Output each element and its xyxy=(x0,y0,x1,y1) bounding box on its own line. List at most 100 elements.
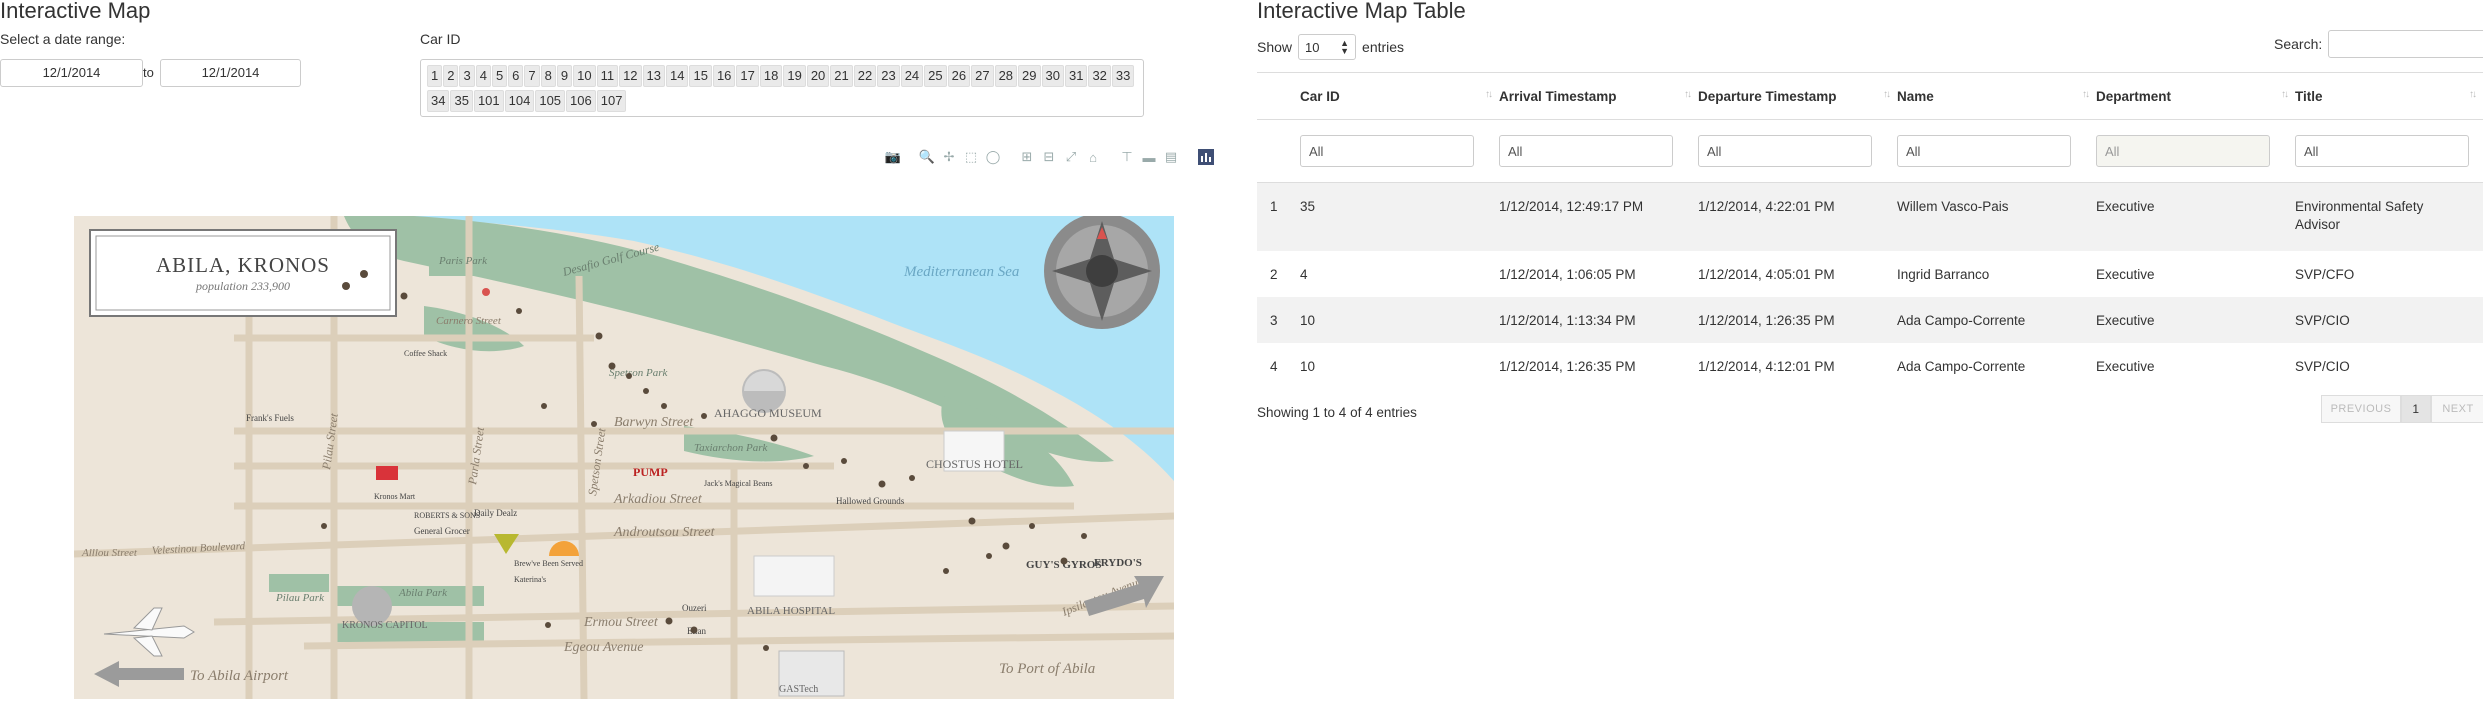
filter-arrival[interactable]: All xyxy=(1499,135,1673,167)
page-length-control: Show 10 ▲ ▼ entries xyxy=(1257,34,1404,60)
car-id-chip[interactable]: 25 xyxy=(924,65,947,87)
car-id-chip[interactable]: 30 xyxy=(1041,65,1064,87)
car-id-chip[interactable]: 23 xyxy=(877,65,900,87)
car-id-chip[interactable]: 26 xyxy=(947,65,971,87)
abila-hospital-label: ABILA HOSPITAL xyxy=(747,605,835,617)
car-id-chip[interactable]: 19 xyxy=(783,65,806,87)
ahaggo-museum-label: AHAGGO MUSEUM xyxy=(714,406,822,420)
column-header-car-id[interactable]: Car ID ↑↓ xyxy=(1300,72,1499,120)
car-id-chip[interactable]: 12 xyxy=(619,65,642,87)
car-id-chip[interactable]: 10 xyxy=(573,65,596,87)
date-end-input[interactable]: 12/1/2014 xyxy=(160,59,301,87)
car-id-chip[interactable]: 6 xyxy=(508,65,524,87)
plot-modebar: 📷 🔍 ✢ ⬚ ◯ ⊞ ⊟ ⤢ ⌂ ⊤ ▬ ▤ xyxy=(884,148,1216,166)
previous-button[interactable]: PREVIOUS xyxy=(2321,395,2401,423)
car-id-chip[interactable]: 107 xyxy=(596,90,627,112)
car-id-chip[interactable]: 28 xyxy=(994,65,1018,87)
car-id-chip[interactable]: 34 xyxy=(427,90,450,112)
franks-fuels-label: Frank's Fuels xyxy=(246,413,294,423)
show-label: Show xyxy=(1257,39,1293,55)
column-header-title[interactable]: Title ↑↓ xyxy=(2295,72,2483,120)
car-id-chip[interactable]: 31 xyxy=(1064,65,1088,87)
daily-dealz-label: Daily Dealz xyxy=(474,508,517,518)
column-header-department[interactable]: Department ↑↓ xyxy=(2096,72,2295,120)
map-population: population 233,900 xyxy=(195,279,290,293)
car-id-chip[interactable]: 35 xyxy=(450,90,473,112)
car-id-chip[interactable]: 21 xyxy=(830,65,853,87)
car-id-chip[interactable]: 24 xyxy=(900,65,924,87)
car-id-chip[interactable]: 16 xyxy=(712,65,736,87)
camera-icon[interactable]: 📷 xyxy=(884,148,902,166)
filter-department[interactable]: All xyxy=(2096,135,2270,167)
car-id-chip[interactable]: 14 xyxy=(666,65,689,87)
car-id-chip[interactable]: 22 xyxy=(853,65,877,87)
filter-departure[interactable]: All xyxy=(1698,135,1872,167)
column-header-departure[interactable]: Departure Timestamp ↑↓ xyxy=(1698,72,1897,120)
car-id-chip[interactable]: 1 xyxy=(427,65,443,87)
table-row[interactable]: 2 4 1/12/2014, 1:06:05 PM 1/12/2014, 4:0… xyxy=(1257,251,2483,297)
search-input[interactable] xyxy=(2328,30,2483,58)
chostus-hotel-label: CHOSTUS HOTEL xyxy=(926,457,1023,471)
brew-ve-label: Brew've Been Served xyxy=(514,559,583,568)
spike-lines-icon[interactable]: ⊤ xyxy=(1118,148,1136,166)
car-id-chip[interactable]: 11 xyxy=(596,65,619,87)
car-id-chip[interactable]: 32 xyxy=(1088,65,1111,87)
car-id-chip[interactable]: 17 xyxy=(736,65,759,87)
car-id-chip[interactable]: 33 xyxy=(1111,65,1135,87)
car-id-chip[interactable]: 4 xyxy=(475,65,491,87)
car-id-chip[interactable]: 2 xyxy=(443,65,459,87)
gastech-label: GASTech xyxy=(779,684,818,695)
filter-title[interactable]: All xyxy=(2295,135,2469,167)
abila-tourist-map[interactable]: ABILA, KRONOS population 233,900 Mediter… xyxy=(74,216,1174,699)
car-id-chip[interactable]: 18 xyxy=(759,65,783,87)
car-id-chip[interactable]: 106 xyxy=(566,90,596,112)
car-id-chip[interactable]: 15 xyxy=(689,65,712,87)
data-table: Car ID ↑↓ Arrival Timestamp ↑↓ Departure T… xyxy=(1257,72,2483,389)
car-id-chip[interactable]: 104 xyxy=(504,90,535,112)
car-id-chip[interactable]: 5 xyxy=(491,65,508,87)
column-header-index[interactable] xyxy=(1257,72,1300,120)
plotly-logo-icon[interactable] xyxy=(1196,148,1216,166)
entries-select[interactable]: 10 ▲ ▼ xyxy=(1298,34,1357,60)
alllou-street-label: Alllou Street xyxy=(81,547,138,559)
hover-closest-icon[interactable]: ▬ xyxy=(1140,148,1158,166)
egeou-avenue-label: Egeou Avenue xyxy=(563,640,643,655)
autoscale-icon[interactable]: ⤢ xyxy=(1062,148,1080,166)
car-id-chip[interactable]: 20 xyxy=(806,65,830,87)
table-row[interactable]: 4 10 1/12/2014, 1:26:35 PM 1/12/2014, 4:… xyxy=(1257,343,2483,389)
car-id-chip[interactable]: 9 xyxy=(556,65,573,87)
car-id-chip[interactable]: 105 xyxy=(535,90,566,112)
table-row[interactable]: 3 10 1/12/2014, 1:13:34 PM 1/12/2014, 1:… xyxy=(1257,296,2483,343)
hover-compare-icon[interactable]: ▤ xyxy=(1162,148,1180,166)
sort-icon: ↑↓ xyxy=(1883,89,1891,100)
page-1-button[interactable]: 1 xyxy=(2401,395,2431,423)
car-id-chip[interactable]: 27 xyxy=(971,65,994,87)
column-header-name[interactable]: Name ↑↓ xyxy=(1897,72,2096,120)
date-start-input[interactable]: 12/1/2014 xyxy=(0,59,143,87)
zoom-icon[interactable]: 🔍 xyxy=(918,148,936,166)
car-id-chip[interactable]: 7 xyxy=(524,65,540,87)
next-button[interactable]: NEXT xyxy=(2431,395,2483,423)
car-id-chip[interactable]: 101 xyxy=(473,90,504,112)
car-id-chip[interactable]: 3 xyxy=(459,65,475,87)
box-select-icon[interactable]: ⬚ xyxy=(962,148,980,166)
ermou-street-label: Ermou Street xyxy=(583,615,659,630)
pan-icon[interactable]: ✢ xyxy=(940,148,958,166)
general-grocer-label: General Grocer xyxy=(414,526,470,536)
table-row[interactable]: 1 35 1/12/2014, 12:49:17 PM 1/12/2014, 4… xyxy=(1257,182,2483,251)
paris-park-label: Paris Park xyxy=(438,255,488,267)
column-header-arrival[interactable]: Arrival Timestamp ↑↓ xyxy=(1499,72,1698,120)
car-id-chip[interactable]: 13 xyxy=(642,65,666,87)
car-id-selector[interactable]: 1 2 3 4 5 6 7 8 9 10 11 12 13 14 15 16 17 18 19 20 21 22 23 24 2… xyxy=(420,59,1144,117)
car-id-chip[interactable]: 8 xyxy=(540,65,556,87)
car-id-chip[interactable]: 29 xyxy=(1018,65,1041,87)
filter-name[interactable]: All xyxy=(1897,135,2071,167)
filter-car-id[interactable]: All xyxy=(1300,135,1474,167)
barwyn-street-label: Barwyn Street xyxy=(614,415,694,430)
zoom-out-icon[interactable]: ⊟ xyxy=(1040,148,1058,166)
zoom-in-icon[interactable]: ⊞ xyxy=(1018,148,1036,166)
abila-park-label: Abila Park xyxy=(398,587,448,599)
compass-rose-icon xyxy=(1044,216,1160,329)
reset-axes-icon[interactable]: ⌂ xyxy=(1084,148,1102,166)
lasso-select-icon[interactable]: ◯ xyxy=(984,148,1002,166)
